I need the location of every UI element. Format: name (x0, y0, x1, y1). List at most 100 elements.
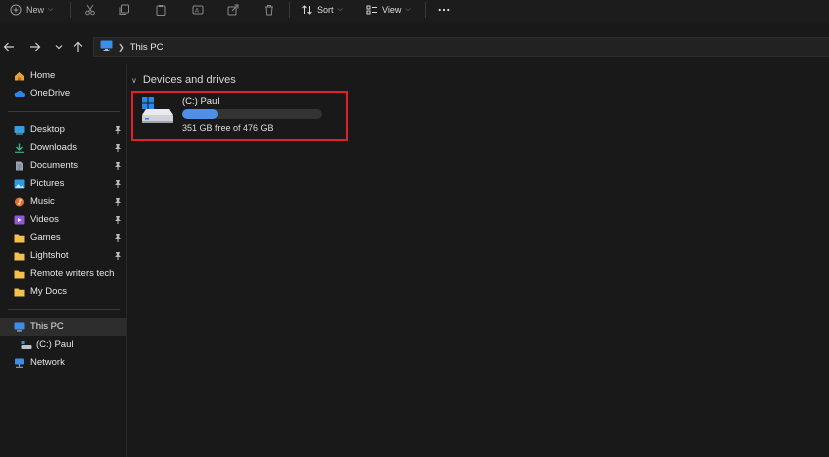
sidebar-item-lightshot[interactable]: Lightshot (0, 247, 126, 265)
folder-icon (14, 270, 25, 279)
view-label: View (382, 5, 402, 15)
download-icon (15, 143, 24, 153)
share-button[interactable] (227, 2, 239, 18)
music-icon (15, 197, 24, 207)
sort-button[interactable]: Sort ⌵ (301, 2, 343, 18)
delete-button[interactable] (263, 2, 275, 18)
sidebar-item-games[interactable]: Games (0, 229, 126, 247)
sidebar-item-label: (C:) Paul (36, 339, 74, 350)
home-icon (15, 72, 24, 81)
svg-text:A: A (195, 8, 200, 15)
sidebar-item-label: My Docs (30, 286, 67, 297)
drive-icon (21, 341, 32, 349)
pin-icon[interactable] (114, 143, 122, 152)
sidebar-item-label: Home (30, 70, 56, 81)
sidebar-item-pictures[interactable]: Pictures (0, 175, 126, 193)
sidebar-item-c-drive[interactable]: (C:) Paul (0, 336, 126, 354)
chevron-down-icon (55, 45, 63, 50)
address-bar[interactable]: ❯ This PC (93, 37, 829, 57)
rename-button[interactable]: A (192, 2, 204, 18)
view-button[interactable]: View ⌵ (366, 2, 411, 18)
paste-button[interactable] (155, 2, 167, 18)
sidebar-item-label: This PC (30, 321, 64, 332)
document-icon (16, 161, 23, 171)
pin-icon[interactable] (114, 215, 122, 224)
monitor-icon (14, 322, 25, 332)
arrow-up-icon (73, 41, 83, 52)
plus-circle-icon (10, 4, 22, 16)
sidebar-item-label: Music (30, 196, 55, 207)
highlight-box (131, 91, 348, 141)
back-button[interactable] (2, 40, 16, 54)
sidebar-separator (8, 309, 120, 310)
video-icon (14, 215, 25, 225)
sidebar-item-network[interactable]: Network (0, 354, 126, 372)
view-list-icon (366, 4, 378, 16)
folder-icon (14, 234, 25, 243)
sidebar-item-music[interactable]: Music (0, 193, 126, 211)
sort-icon (301, 4, 313, 16)
network-icon (15, 358, 24, 368)
clipboard-icon (155, 4, 167, 16)
sidebar-separator (8, 111, 120, 112)
toolbar-divider (289, 2, 290, 18)
sidebar-item-label: Remote writers tech (30, 268, 115, 279)
folder-icon (14, 252, 25, 261)
pin-icon[interactable] (114, 161, 122, 170)
copy-icon (118, 4, 130, 16)
sidebar-item-videos[interactable]: Videos (0, 211, 126, 229)
chevron-down-icon: ⌵ (337, 6, 343, 13)
rename-icon: A (192, 4, 204, 16)
chevron-down-icon: ∨ (131, 75, 137, 85)
command-bar: New ⌵ A Sort ⌵ View ⌵ (0, 0, 829, 22)
monitor-icon (100, 40, 113, 54)
toolbar-divider (425, 2, 426, 18)
up-button[interactable] (71, 40, 85, 54)
copy-button[interactable] (118, 2, 130, 18)
pin-icon[interactable] (114, 233, 122, 242)
folder-icon (14, 288, 25, 297)
sidebar-item-label: Games (30, 232, 61, 243)
sidebar-item-label: Videos (30, 214, 59, 225)
chevron-down-icon: ⌵ (48, 6, 54, 13)
sidebar-item-desktop[interactable]: Desktop (0, 121, 126, 139)
sidebar-item-label: OneDrive (30, 88, 71, 99)
cut-button[interactable] (84, 2, 96, 18)
new-label: New (26, 5, 45, 15)
sidebar-item-downloads[interactable]: Downloads (0, 139, 126, 157)
sidebar-item-this-pc[interactable]: This PC (0, 318, 126, 336)
chevron-down-icon: ⌵ (405, 6, 411, 13)
group-header-devices[interactable]: ∨ Devices and drives (131, 74, 236, 86)
recent-locations-button[interactable] (52, 40, 66, 54)
more-horizontal-icon (438, 4, 450, 16)
sidebar-item-label: Lightshot (30, 250, 69, 261)
sidebar-item-label: Network (30, 357, 65, 368)
toolbar-divider (70, 2, 71, 18)
share-icon (227, 4, 239, 16)
sidebar-item-label: Downloads (30, 142, 77, 153)
sidebar-item-label: Desktop (30, 124, 65, 135)
sort-label: Sort (317, 5, 334, 15)
forward-button[interactable] (28, 40, 42, 54)
chevron-right-icon: ❯ (118, 42, 125, 52)
trash-icon (263, 4, 275, 16)
pin-icon[interactable] (114, 125, 122, 134)
pin-icon[interactable] (114, 251, 122, 260)
group-title: Devices and drives (142, 74, 236, 86)
pin-icon[interactable] (114, 197, 122, 206)
pane-divider[interactable] (126, 64, 127, 457)
more-options-button[interactable] (438, 2, 450, 18)
sidebar-item-documents[interactable]: Documents (0, 157, 126, 175)
breadcrumb-this-pc[interactable]: This PC (130, 42, 164, 53)
cloud-icon (14, 90, 25, 97)
desktop-icon (14, 126, 25, 135)
picture-icon (14, 179, 25, 189)
sidebar-item-home[interactable]: Home (0, 67, 126, 85)
new-button[interactable]: New ⌵ (10, 2, 53, 18)
pin-icon[interactable] (114, 179, 122, 188)
arrow-right-icon (30, 42, 41, 52)
sidebar-item-my-docs[interactable]: My Docs (0, 283, 126, 301)
sidebar-item-remote-writers[interactable]: Remote writers tech (0, 265, 126, 283)
sidebar-item-onedrive[interactable]: OneDrive (0, 85, 126, 103)
sidebar-item-label: Pictures (30, 178, 65, 189)
